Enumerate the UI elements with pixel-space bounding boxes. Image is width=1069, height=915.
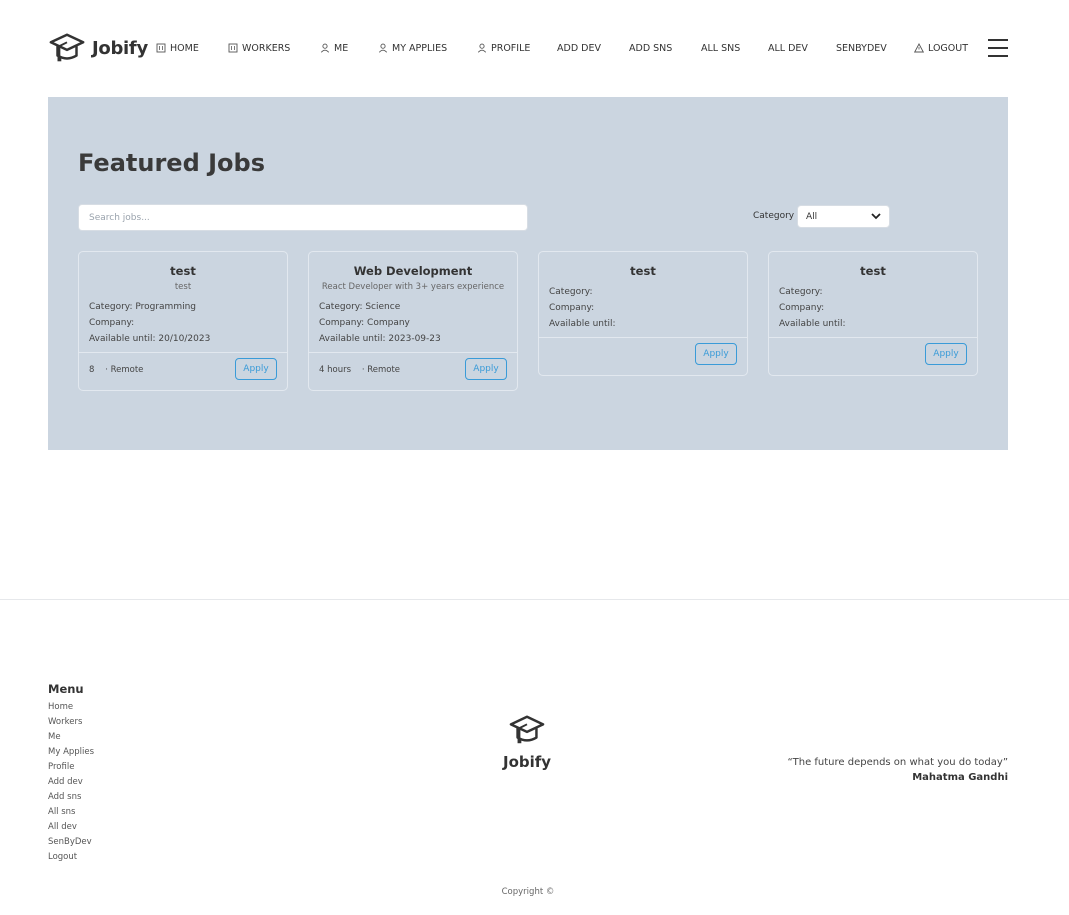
warning-icon <box>914 43 924 53</box>
user-icon <box>477 43 487 53</box>
job-meta: 8 · Remote <box>89 365 144 375</box>
job-company: Company: <box>779 303 825 313</box>
graduation-cap-icon <box>49 33 85 62</box>
quote-author: Mahatma Gandhi <box>912 772 1008 783</box>
job-subtitle: React Developer with 3+ years experience <box>321 282 505 292</box>
footer-link-workers[interactable]: Workers <box>48 715 94 730</box>
job-available-until: Available until: <box>549 319 616 329</box>
quote: “The future depends on what you do today… <box>787 757 1008 783</box>
nav-item-label: WORKERS <box>242 42 291 54</box>
apply-button[interactable]: Apply <box>695 343 737 365</box>
footer-link-profile[interactable]: Profile <box>48 760 94 775</box>
nav-item-label: ADD DEV <box>557 42 601 54</box>
user-icon <box>378 43 388 53</box>
footer-link-senbydev[interactable]: SenByDev <box>48 835 94 850</box>
graduation-cap-icon <box>509 715 545 744</box>
footer-divider <box>0 599 1069 600</box>
nav-item-profile[interactable]: PROFILE <box>477 43 530 54</box>
nav-item-label: ALL DEV <box>768 42 808 54</box>
job-company: Company: <box>89 318 135 328</box>
footer-link-all-sns[interactable]: All sns <box>48 805 94 820</box>
user-icon <box>320 43 330 53</box>
job-meta: 4 hours · Remote <box>319 365 401 375</box>
nav-item-workers[interactable]: WORKERS <box>228 43 290 54</box>
job-card: test Category: Company: Available until: App… <box>538 251 748 376</box>
job-title: Web Development <box>353 264 473 278</box>
footer-link-add-dev[interactable]: Add dev <box>48 775 94 790</box>
footer-menu: Menu Home Workers Me My Applies Profile Add d… <box>48 682 94 865</box>
nav-item-senbydev[interactable]: SENBYDEV <box>836 43 887 54</box>
footer-link-me[interactable]: Me <box>48 730 94 745</box>
job-company: Company: Company <box>319 318 410 328</box>
nav-item-all-sns[interactable]: ALL SNS <box>701 43 740 54</box>
nav-item-label: HOME <box>170 42 199 54</box>
job-card: Web Development React Developer with 3+ y… <box>308 251 518 391</box>
page-title: Featured Jobs <box>78 149 265 177</box>
job-card: test test Category: Programming Company: Ava… <box>78 251 288 391</box>
apply-button[interactable]: Apply <box>235 358 277 380</box>
featured-jobs-section: Featured Jobs Category All test test Categ… <box>48 97 1008 450</box>
job-title: test <box>860 264 886 278</box>
apply-button[interactable]: Apply <box>465 358 507 380</box>
footer-link-home[interactable]: Home <box>48 700 94 715</box>
job-available-until: Available until: 2023-09-23 <box>319 334 441 344</box>
job-title: test <box>170 264 196 278</box>
nav-item-label: PROFILE <box>491 42 531 54</box>
footer-link-my-applies[interactable]: My Applies <box>48 745 94 760</box>
job-title: test <box>630 264 656 278</box>
job-category: Category: Programming <box>89 302 197 312</box>
footer-link-all-dev[interactable]: All dev <box>48 820 94 835</box>
search-input[interactable] <box>78 204 528 231</box>
job-category: Category: <box>549 287 593 297</box>
nav-item-label: LOGOUT <box>928 42 969 54</box>
job-category: Category: <box>779 287 823 297</box>
logo-text: Jobify <box>92 37 148 59</box>
nav-item-label: SENBYDEV <box>836 42 887 54</box>
nav-item-me[interactable]: ME <box>320 43 348 54</box>
job-available-until: Available until: 20/10/2023 <box>89 334 211 344</box>
header: Jobify HOME WORKERS ME MY APPLIES PROFILE ADD… <box>48 28 1008 68</box>
footer-link-add-sns[interactable]: Add sns <box>48 790 94 805</box>
job-company: Company: <box>549 303 595 313</box>
nav-item-logout[interactable]: LOGOUT <box>914 43 968 54</box>
apply-button[interactable]: Apply <box>925 343 967 365</box>
category-select[interactable]: All <box>797 205 890 228</box>
copyright: Copyright © <box>501 887 555 897</box>
footer-menu-title: Menu <box>48 682 84 696</box>
footer-logo[interactable]: Jobify <box>503 713 551 771</box>
footer-link-logout[interactable]: Logout <box>48 850 94 865</box>
nav-item-label: MY APPLIES <box>392 42 448 54</box>
footer-logo-text: Jobify <box>503 753 552 771</box>
nav-item-label: ME <box>334 42 349 54</box>
job-available-until: Available until: <box>779 319 846 329</box>
nav-item-add-sns[interactable]: ADD SNS <box>629 43 672 54</box>
hamburger-menu-icon[interactable] <box>988 39 1008 57</box>
category-label: Category <box>753 211 795 221</box>
building-icon <box>156 43 166 53</box>
job-card: test Category: Company: Available until: App… <box>768 251 978 376</box>
nav-item-add-dev[interactable]: ADD DEV <box>557 43 601 54</box>
nav-item-all-dev[interactable]: ALL DEV <box>768 43 808 54</box>
job-subtitle: test <box>174 282 192 292</box>
category-selected-value: All <box>806 211 818 222</box>
quote-text: “The future depends on what you do today… <box>787 757 1008 768</box>
nav-item-my-applies[interactable]: MY APPLIES <box>378 43 447 54</box>
logo[interactable]: Jobify <box>48 30 148 66</box>
job-category: Category: Science <box>319 302 401 312</box>
nav-item-home[interactable]: HOME <box>156 43 199 54</box>
building-icon <box>228 43 238 53</box>
nav-item-label: ALL SNS <box>701 42 741 54</box>
nav-item-label: ADD SNS <box>629 42 673 54</box>
chevron-down-icon <box>871 213 881 220</box>
